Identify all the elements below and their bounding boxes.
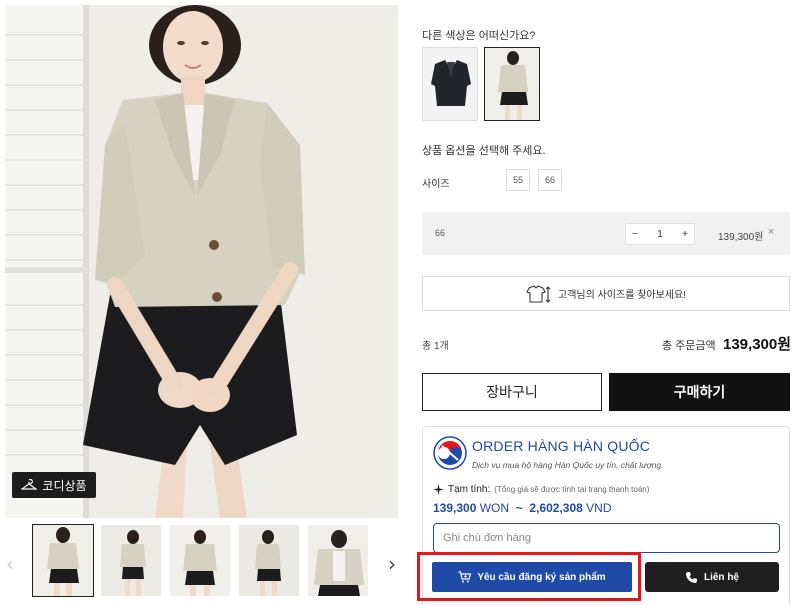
cart-icon: [458, 571, 472, 583]
size-label: 사이즈: [422, 179, 450, 190]
option-prompt: 상품 옵션을 선택해 주세요.: [422, 145, 546, 157]
buy-now-button[interactable]: 구매하기: [609, 373, 790, 411]
tshirt-ruler-icon: [526, 284, 551, 303]
estimate-note: (Tổng giá sẽ được tính tại trang thanh t…: [494, 485, 650, 494]
price-vnd: 2,602,308: [529, 501, 583, 515]
thumbnail-strip: ‹ ›: [0, 522, 400, 605]
selected-option-price: 139,300원: [718, 232, 764, 243]
coordi-label: 코디상품: [42, 478, 87, 493]
color-option-black[interactable]: [422, 47, 478, 121]
contact-button[interactable]: Liên hệ: [645, 562, 779, 592]
thumbnail-4[interactable]: [239, 525, 299, 596]
estimate-row: Tạm tính: (Tổng giá sẽ được tính tại tra…: [433, 484, 649, 495]
thumbnail-prev-arrow[interactable]: ‹: [2, 552, 18, 576]
remove-option-button[interactable]: ×: [768, 226, 774, 238]
color-option-beige[interactable]: [484, 47, 540, 121]
add-to-cart-button[interactable]: 장바구니: [422, 373, 602, 411]
order-widget-subtitle: Dịch vụ mua hộ hàng Hàn Quốc uy tín, chấ…: [472, 460, 664, 470]
total-count: 총 1개: [422, 341, 449, 352]
order-note-input[interactable]: [433, 523, 780, 553]
size-option-66[interactable]: 66: [538, 169, 562, 191]
currency-vnd: VND: [586, 501, 612, 515]
request-button-label: Yêu cầu đăng ký sản phẩm: [477, 571, 606, 583]
converted-price: 139,300 WON ~ 2,602,308 VND: [433, 501, 612, 515]
thumbnail-1[interactable]: [32, 524, 94, 597]
quantity-decrease-button[interactable]: −: [632, 229, 638, 240]
thumbnail-2[interactable]: [101, 525, 161, 596]
size-finder-button[interactable]: 고객님의 사이즈를 찾아보세요!: [422, 276, 790, 311]
currency-krw: WON: [479, 501, 510, 515]
sparkle-icon: [433, 484, 444, 495]
contact-button-label: Liên hệ: [703, 571, 739, 583]
quantity-stepper: − 1 +: [625, 223, 695, 245]
thumbnail-5[interactable]: [308, 525, 368, 596]
thumbnail-3[interactable]: [170, 525, 230, 596]
selected-option-name: 66: [435, 228, 446, 238]
coordi-products-badge[interactable]: 코디상품: [12, 472, 96, 498]
price-krw: 139,300: [433, 501, 477, 515]
order-widget-title: ORDER HÀNG HÀN QUỐC: [472, 438, 651, 454]
order-korea-logo-icon: [433, 436, 467, 470]
size-finder-label: 고객님의 사이즈를 찾아보세요!: [558, 290, 686, 301]
quantity-value[interactable]: 1: [657, 229, 663, 240]
price-tilde: ~: [515, 501, 523, 515]
hanger-icon: [21, 479, 38, 490]
main-product-photo[interactable]: 코디상품: [5, 5, 398, 518]
quantity-increase-button[interactable]: +: [682, 229, 688, 240]
total-amount-value: 139,300원: [723, 336, 792, 353]
total-amount-label: 총 주문금액: [662, 340, 716, 352]
phone-icon: [685, 571, 697, 583]
other-colors-heading: 다른 색상은 어떠신가요?: [422, 30, 536, 42]
estimate-label: Tạm tính:: [448, 484, 491, 495]
thumbnail-next-arrow[interactable]: ›: [384, 552, 400, 576]
request-product-button[interactable]: Yêu cầu đăng ký sản phẩm: [432, 562, 632, 592]
size-option-55[interactable]: 55: [506, 169, 530, 191]
selected-option-row: 66 − 1 + 139,300원 ×: [422, 212, 790, 255]
